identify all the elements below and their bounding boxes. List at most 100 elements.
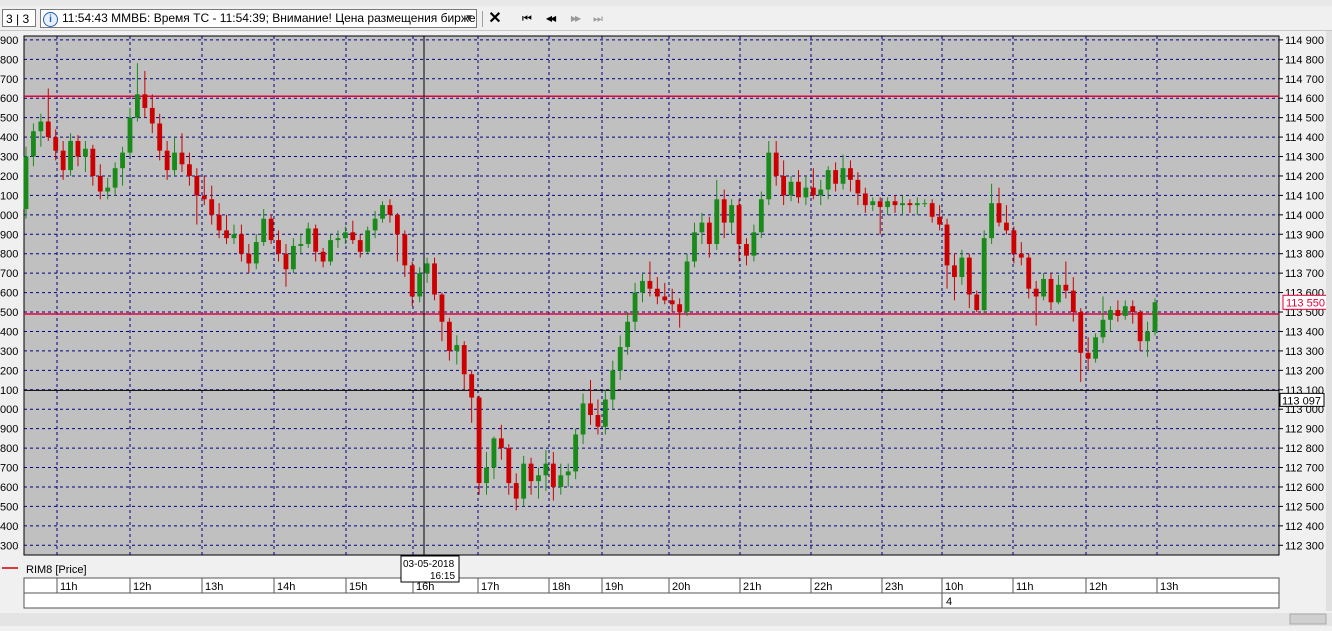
candle-body — [402, 234, 408, 266]
candle-body — [23, 156, 29, 209]
candle-body — [521, 463, 527, 499]
candle-body — [877, 201, 883, 208]
candle-body — [1026, 257, 1032, 289]
candle-body — [610, 370, 616, 400]
right-scrollbar[interactable] — [1326, 31, 1332, 611]
nav-last-icon[interactable]: ⏭ — [589, 10, 607, 28]
y-tick-label-right: 114 400 — [1285, 132, 1324, 144]
candle-body — [513, 483, 519, 499]
candle-body — [840, 168, 846, 184]
candle-body — [625, 321, 631, 348]
chart-count-field[interactable]: 3 | 3 — [2, 9, 36, 27]
chevron-down-icon[interactable]: ▼ — [464, 10, 474, 27]
candle-body — [565, 471, 571, 476]
x-hour-label: 12h — [133, 581, 151, 593]
candle-body — [966, 257, 972, 295]
candle-body — [97, 175, 103, 192]
y-tick-label-right: 112 800 — [1285, 443, 1324, 455]
y-tick-label-left: 600 — [0, 93, 18, 105]
candle-body — [127, 117, 133, 153]
y-tick-label-left: 500 — [0, 307, 18, 319]
candle-body — [461, 345, 467, 375]
candle-body — [120, 152, 125, 169]
candle-body — [803, 187, 809, 198]
candle-body — [974, 294, 980, 311]
y-tick-label-right: 112 400 — [1285, 521, 1324, 533]
candle-body — [706, 222, 712, 244]
candle-body — [781, 175, 787, 196]
y-tick-label-right: 114 200 — [1285, 171, 1324, 183]
message-dropdown[interactable]: i 11:54:43 ММВБ: Время ТС - 11:54:39; Вни… — [40, 9, 477, 28]
candle-body — [907, 203, 913, 206]
candle-body — [335, 238, 341, 241]
candle-body — [157, 123, 163, 151]
candle-body — [692, 232, 697, 262]
nav-prev-icon[interactable]: ◀◀ — [541, 10, 559, 28]
y-tick-label-right: 113 900 — [1285, 229, 1324, 241]
y-tick-label-left: 400 — [0, 521, 18, 533]
x-hour-label: 17h — [481, 581, 499, 593]
y-tick-label-left: 700 — [0, 268, 18, 280]
bottom-scrollbar — [0, 613, 1332, 626]
chart-area[interactable]: 114 900 900 114 800 800 114 700 700 114 600 600… — [0, 31, 1332, 626]
candle-body — [870, 201, 876, 206]
candle-body — [253, 242, 259, 264]
candle-body — [1041, 278, 1046, 297]
y-tick-label-right: 113 300 — [1285, 346, 1324, 358]
message-text: 11:54:43 ММВБ: Время ТС - 11:54:39; Вним… — [62, 11, 477, 25]
candle-body — [53, 137, 59, 151]
x-hour-label: 13h — [1160, 581, 1178, 593]
candle-body — [328, 240, 333, 262]
nav-first-icon[interactable]: ⏮ — [518, 10, 536, 28]
candle-body — [1115, 310, 1121, 316]
candle-body — [810, 187, 816, 196]
candle-body — [283, 253, 289, 270]
y-tick-label-right: 112 900 — [1285, 424, 1324, 436]
bottom-scroll-thumb — [1289, 613, 1327, 625]
y-tick-label-left: 700 — [0, 74, 18, 86]
candle-body — [1108, 310, 1113, 320]
candle-body — [758, 199, 764, 233]
candle-body — [558, 475, 564, 487]
candle-body — [1085, 352, 1091, 359]
current-price-label: 113 550 — [1286, 297, 1325, 309]
candlestick-chart[interactable]: 114 900 900 114 800 800 114 700 700 114 600 600… — [0, 31, 1332, 626]
candle-body — [647, 280, 653, 289]
candle-body — [900, 203, 905, 206]
nav-next-icon[interactable]: ▶▶ — [566, 10, 584, 28]
candle-body — [491, 438, 497, 468]
candle-body — [446, 321, 452, 351]
candle-body — [669, 300, 675, 305]
candle-body — [164, 150, 170, 171]
candle-body — [543, 463, 549, 476]
y-tick-label-left: 100 — [0, 190, 18, 202]
legend-row — [0, 560, 1279, 577]
candle-body — [60, 150, 66, 171]
candle-body — [981, 238, 987, 311]
y-tick-label-left: 900 — [0, 35, 18, 47]
y-tick-label-right: 114 100 — [1285, 190, 1324, 202]
y-tick-label-right: 114 600 — [1285, 93, 1324, 105]
candle-body — [224, 230, 229, 239]
candle-body — [1004, 222, 1009, 231]
candle-body — [424, 263, 430, 274]
candle-body — [31, 131, 36, 157]
y-tick-label-right: 114 300 — [1285, 152, 1324, 164]
candle-body — [268, 218, 274, 241]
candle-body — [1145, 331, 1150, 342]
candle-body — [825, 170, 831, 190]
candle-body — [209, 199, 215, 215]
candle-body — [186, 164, 192, 176]
x-hour-label: 18h — [552, 581, 570, 593]
candle-body — [833, 170, 839, 184]
x-hour-label: 22h — [814, 581, 832, 593]
candle-body — [112, 168, 118, 188]
candle-body — [394, 214, 400, 235]
y-tick-label-right: 114 900 — [1285, 35, 1324, 47]
candle-body — [105, 187, 111, 192]
candle-body — [357, 240, 363, 252]
candle-body — [684, 261, 690, 313]
close-icon[interactable]: ✕ — [486, 10, 504, 28]
candle-body — [417, 273, 423, 297]
candle-body — [1033, 288, 1039, 297]
